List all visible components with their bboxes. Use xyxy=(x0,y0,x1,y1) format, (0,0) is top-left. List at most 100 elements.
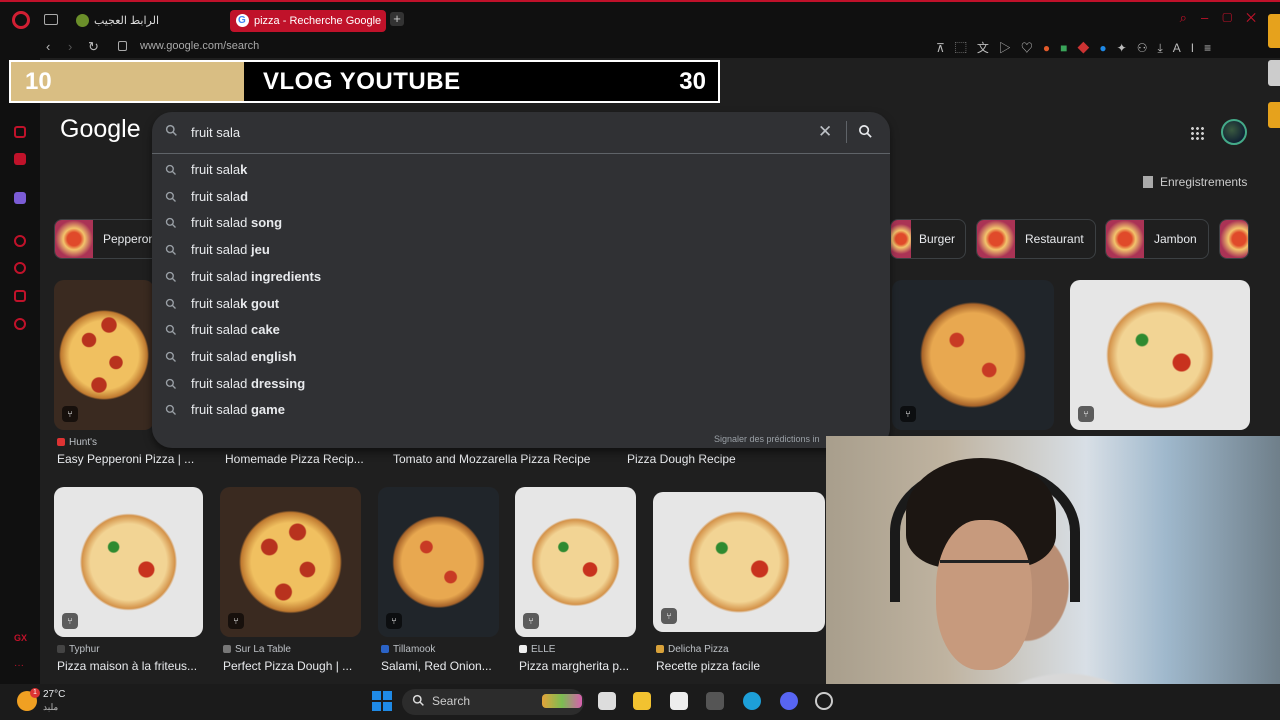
clear-search-icon[interactable]: ✕ xyxy=(818,123,832,140)
result-title[interactable]: Pizza margherita p... xyxy=(519,659,639,673)
tab-google-search[interactable]: pizza - Recherche Google xyxy=(230,10,386,32)
suggestion-item[interactable]: fruit salad xyxy=(152,184,890,210)
extension-icon[interactable]: ● xyxy=(1043,41,1060,55)
task-view-icon[interactable] xyxy=(598,692,616,710)
play-icon[interactable]: ▷ xyxy=(999,41,1021,55)
chip-label: Restaurant xyxy=(1025,232,1084,246)
account-icon[interactable]: ⚇ xyxy=(1137,41,1158,55)
image-result[interactable]: ⑂ xyxy=(892,280,1054,430)
snapshot-icon[interactable]: ⬚ xyxy=(955,41,977,55)
heart-icon[interactable]: ♡ xyxy=(1021,41,1043,55)
source-favicon-icon xyxy=(57,438,65,446)
extension-icon[interactable]: ◆ xyxy=(1077,41,1099,55)
sidebar-extensions-icon[interactable] xyxy=(14,290,26,302)
edge-icon[interactable] xyxy=(743,692,761,710)
bookmark-icon[interactable]: ⊼ xyxy=(936,41,955,55)
suggestion-item[interactable]: fruit salad dressing xyxy=(152,371,890,397)
extension-icon[interactable]: ■ xyxy=(1060,41,1077,55)
result-title[interactable]: Recette pizza facile xyxy=(656,659,816,673)
image-result[interactable]: ⑂ xyxy=(515,487,636,637)
opera-menu-icon[interactable] xyxy=(12,11,30,29)
extensions-puzzle-icon[interactable]: ✦ xyxy=(1117,41,1137,55)
side-app-icon[interactable] xyxy=(1268,102,1280,128)
suggestion-item[interactable]: fruit salad english xyxy=(152,344,890,370)
image-result[interactable]: ⑂ xyxy=(54,280,154,430)
result-title[interactable]: Pizza Dough Recipe xyxy=(627,452,777,466)
minimize-icon[interactable]: – xyxy=(1201,10,1222,25)
sidebar-more-icon[interactable]: ··· xyxy=(14,660,26,672)
suggestion-item[interactable]: fruit salad song xyxy=(152,210,890,236)
google-favicon-icon xyxy=(236,10,249,32)
suggestion-label: fruit salad song xyxy=(191,215,283,230)
recipe-icon: ⑂ xyxy=(1078,406,1094,422)
maximize-icon[interactable]: ▢ xyxy=(1222,10,1246,25)
windows-start-icon[interactable] xyxy=(372,691,392,711)
menu-icon[interactable]: ≡ xyxy=(1204,41,1221,55)
new-tab-button[interactable]: + xyxy=(390,12,404,26)
tab-island-icon[interactable] xyxy=(44,14,58,25)
back-icon[interactable]: ‹ xyxy=(46,39,50,54)
app-icon[interactable] xyxy=(706,692,724,710)
suggestion-label: fruit salad ingredients xyxy=(191,269,322,284)
bookmark-saved-icon[interactable] xyxy=(1143,176,1153,188)
image-result[interactable]: ⑂ xyxy=(1070,280,1250,430)
saved-link[interactable]: Enregistrements xyxy=(1160,175,1247,189)
ai-icon[interactable]: AI xyxy=(1173,41,1204,55)
sidebar-gmail-icon[interactable] xyxy=(14,153,26,165)
extension-icon[interactable]: ● xyxy=(1099,41,1116,55)
suggestion-item[interactable]: fruit salad ingredients xyxy=(152,264,890,290)
result-title[interactable]: Perfect Pizza Dough | ... xyxy=(223,659,363,673)
url-field[interactable]: www.google.com/search xyxy=(140,40,259,52)
result-title[interactable]: Salami, Red Onion... xyxy=(381,659,501,673)
close-window-icon[interactable]: ✕ xyxy=(1246,10,1270,25)
report-predictions-link[interactable]: Signaler des prédictions in xyxy=(714,434,820,444)
profile-avatar[interactable] xyxy=(1221,119,1247,145)
suggestion-item[interactable]: fruit salad game xyxy=(152,397,890,423)
sidebar-player-icon[interactable] xyxy=(14,235,26,247)
reload-icon[interactable]: ↻ xyxy=(88,39,99,55)
image-result[interactable]: ⑂ xyxy=(653,492,825,632)
google-logo[interactable]: Google xyxy=(60,115,141,144)
chip-burger[interactable]: Burger xyxy=(890,219,966,259)
window-controls[interactable]: ⌕–▢✕ xyxy=(1180,10,1270,26)
suggestion-label: fruit salad jeu xyxy=(191,242,270,257)
tab-arabic-link[interactable]: الرابط العجيب xyxy=(70,10,220,32)
image-result[interactable]: ⑂ xyxy=(54,487,203,637)
app-icon[interactable] xyxy=(815,692,833,710)
search-input[interactable] xyxy=(191,123,791,141)
result-title[interactable]: Homemade Pizza Recip... xyxy=(225,452,375,466)
sidebar-twitch-icon[interactable] xyxy=(14,192,26,204)
chip-restaurant[interactable]: Restaurant xyxy=(976,219,1096,259)
search-tabs-icon[interactable]: ⌕ xyxy=(1180,10,1201,25)
sidebar-gx-icon[interactable]: GX xyxy=(14,633,27,645)
image-result[interactable]: ⑂ xyxy=(378,487,499,637)
suggestion-item[interactable]: fruit salak xyxy=(152,157,890,183)
sidebar-aria-icon[interactable] xyxy=(14,126,26,138)
translate-icon[interactable]: 文 xyxy=(977,41,999,55)
apps-grid-icon[interactable] xyxy=(1190,126,1204,140)
search-submit-icon[interactable] xyxy=(858,124,873,139)
weather-temp[interactable]: 27°C xyxy=(43,689,65,700)
suggestion-item[interactable]: fruit salad jeu xyxy=(152,237,890,263)
suggestion-item[interactable]: fruit salak gout xyxy=(152,291,890,317)
result-title[interactable]: Tomato and Mozzarella Pizza Recipe xyxy=(393,452,613,466)
discord-icon[interactable] xyxy=(780,692,798,710)
recipe-icon: ⑂ xyxy=(228,613,244,629)
forward-icon[interactable]: › xyxy=(68,39,72,54)
side-app-icon[interactable] xyxy=(1268,60,1280,86)
chip-jambon[interactable]: Jambon xyxy=(1105,219,1209,259)
image-result[interactable]: ⑂ xyxy=(220,487,361,637)
result-title[interactable]: Easy Pepperoni Pizza | ... xyxy=(57,452,207,466)
sidebar-settings-icon[interactable] xyxy=(14,318,26,330)
result-title[interactable]: Pizza maison à la friteus... xyxy=(57,659,207,673)
store-icon[interactable] xyxy=(670,692,688,710)
sidebar-history-icon[interactable] xyxy=(14,262,26,274)
tab-favicon xyxy=(76,14,89,27)
side-app-icon[interactable] xyxy=(1268,14,1280,48)
chip-pepperoni[interactable]: Pepperoni xyxy=(54,219,164,259)
weather-desc[interactable]: ملبد xyxy=(43,702,58,713)
suggestion-item[interactable]: fruit salad cake xyxy=(152,317,890,343)
download-icon[interactable]: ⤓ xyxy=(1157,41,1172,55)
chip-more[interactable] xyxy=(1219,219,1249,259)
file-explorer-icon[interactable] xyxy=(633,692,651,710)
